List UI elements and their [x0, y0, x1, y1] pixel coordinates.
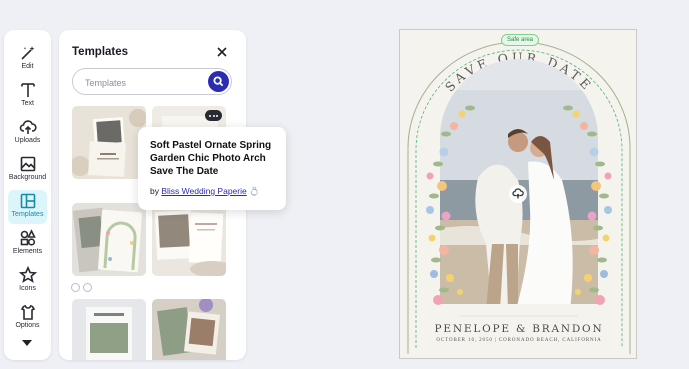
rail-label: Uploads: [14, 137, 41, 144]
template-thumbnail[interactable]: [152, 299, 226, 360]
rail-label: Background: [8, 174, 47, 181]
rail-label: Elements: [12, 248, 43, 255]
tooltip-by-label: by: [150, 186, 159, 196]
star-icon: [18, 265, 37, 284]
carousel-dots: [71, 283, 92, 292]
search-input[interactable]: [83, 74, 207, 91]
template-thumbnail[interactable]: [72, 299, 146, 360]
rail-item-templates[interactable]: Templates: [8, 190, 47, 224]
event-details: OCTOBER 16, 2050 | CORONADO BEACH, CALIF…: [436, 338, 602, 343]
image-icon: [19, 155, 37, 173]
rail-item-options[interactable]: Options: [8, 301, 47, 335]
rail-label: Options: [15, 322, 40, 329]
template-thumbnail[interactable]: [72, 106, 146, 179]
tooltip-author-line: by Bliss Wedding Paperie 💍: [150, 186, 260, 197]
shapes-icon: [19, 229, 37, 247]
more-options-button[interactable]: [205, 110, 222, 121]
template-tooltip: Soft Pastel Ornate Spring Garden Chic Ph…: [138, 127, 286, 210]
search-icon: [213, 76, 224, 87]
carousel-dot[interactable]: [71, 283, 80, 292]
author-link[interactable]: Bliss Wedding Paperie: [161, 186, 246, 196]
magic-wand-icon: [19, 44, 37, 62]
search-box: [72, 68, 232, 95]
rail-label: Edit: [21, 63, 34, 70]
rail-item-uploads[interactable]: Uploads: [8, 116, 47, 150]
design-canvas[interactable]: SAVE OUR DATE Safe area PENELOPE & BRAND…: [399, 29, 637, 359]
side-rail: Edit Text Uploads Background Templates E…: [4, 30, 51, 360]
rail-item-elements[interactable]: Elements: [8, 227, 47, 261]
rail-label: Icons: [19, 285, 36, 292]
rail-item-edit[interactable]: Edit: [8, 42, 47, 76]
rail-expand-arrow-icon[interactable]: [22, 340, 32, 346]
replace-photo-button[interactable]: [509, 185, 527, 203]
rail-label: Templates: [11, 211, 44, 218]
apron-icon: [19, 303, 37, 321]
tooltip-title: Soft Pastel Ornate Spring Garden Chic Ph…: [150, 140, 272, 177]
template-thumbnail[interactable]: [72, 203, 146, 276]
ring-emoji: 💍: [249, 186, 260, 196]
image-swap-icon: [512, 188, 524, 199]
text-icon: [19, 81, 37, 99]
couple-names: PENELOPE & BRANDON: [434, 323, 604, 335]
carousel-dot[interactable]: [83, 283, 92, 292]
rail-item-text[interactable]: Text: [8, 79, 47, 113]
template-thumbnail[interactable]: [152, 203, 226, 276]
rail-item-background[interactable]: Background: [8, 153, 47, 187]
rail-label: Text: [21, 100, 34, 107]
cloud-upload-icon: [19, 118, 37, 136]
safe-area-badge: Safe area: [501, 34, 540, 46]
search-button[interactable]: [208, 71, 229, 92]
panel-title: Templates: [72, 46, 129, 58]
rail-item-icons[interactable]: Icons: [8, 264, 47, 298]
close-icon[interactable]: [215, 45, 229, 59]
templates-icon: [19, 192, 37, 210]
